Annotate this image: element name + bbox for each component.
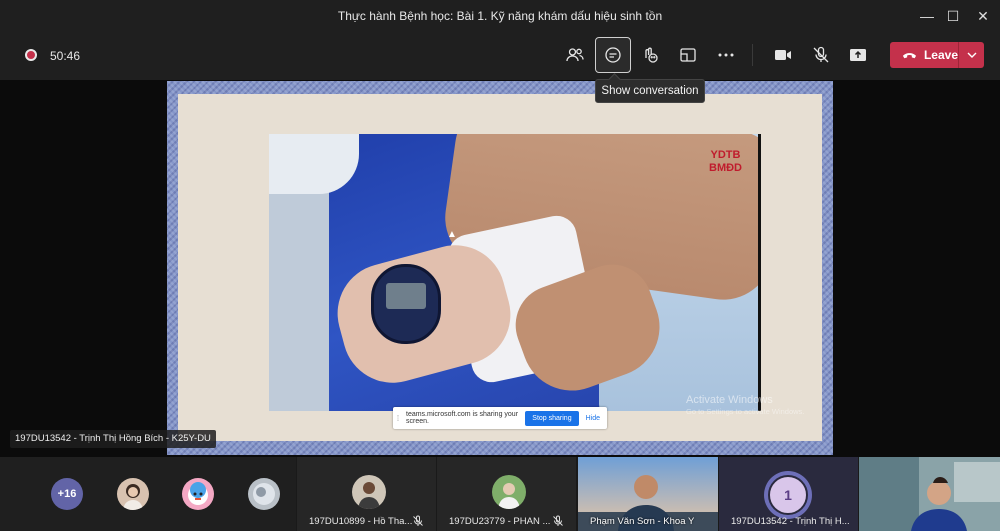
self-video-feed xyxy=(859,457,1000,531)
video-watermark-line1: YDTB xyxy=(710,149,741,161)
embedded-video: YDTB BMĐD xyxy=(269,134,761,411)
avatar-photo-icon xyxy=(117,478,149,510)
meeting-toolbar: 50:46 Leave xyxy=(0,32,1000,80)
avatar-photo-icon xyxy=(352,475,386,509)
share-icon xyxy=(850,49,866,61)
mic-off-icon xyxy=(553,515,563,526)
avatar-photo-icon xyxy=(248,478,280,510)
participant-tile[interactable]: 197DU10899 - Hồ Tha... xyxy=(297,457,436,531)
activate-windows-watermark: Activate Windows Go to Settings to activ… xyxy=(686,394,804,418)
shared-content-stage: YDTB BMĐD ▲ xyxy=(0,80,1000,455)
leave-label: Leave xyxy=(923,48,958,62)
camera-button[interactable] xyxy=(765,37,801,73)
activate-windows-title: Activate Windows xyxy=(686,394,773,406)
camera-icon xyxy=(775,50,791,60)
avatar xyxy=(492,475,526,509)
participant-gallery: +16 197DU10899 - Hồ Tha... 197DU23779 - … xyxy=(0,457,1000,531)
breakout-rooms-button[interactable] xyxy=(670,37,706,73)
maximize-button[interactable]: ☐ xyxy=(940,4,966,28)
stopwatch-display xyxy=(386,283,426,309)
participant-tile[interactable]: 197DU23779 - PHAN ... xyxy=(437,457,576,531)
avatar-photo-icon xyxy=(492,475,526,509)
more-participants-button[interactable]: +16 xyxy=(51,478,83,510)
more-actions-button[interactable] xyxy=(708,37,744,73)
leave-options-dropdown[interactable] xyxy=(959,52,984,58)
show-conversation-button[interactable] xyxy=(595,37,631,73)
reactions-icon xyxy=(645,47,658,63)
avatar[interactable] xyxy=(182,478,214,510)
presenter-name-label: 197DU13542 - Trịnh Thị Hồng Bích - K25Y-… xyxy=(10,430,216,448)
phone-hangup-icon xyxy=(902,53,917,59)
participants-icon xyxy=(566,48,584,62)
chat-icon xyxy=(605,47,621,63)
slide-canvas: YDTB BMĐD xyxy=(178,94,822,441)
speaking-ring: 1 xyxy=(764,471,812,519)
drag-handle-icon[interactable]: ⁞ xyxy=(393,414,403,423)
leave-button[interactable]: Leave xyxy=(890,42,984,68)
more-icon xyxy=(718,53,734,57)
activate-windows-subtitle: Go to Settings to activate Windows. xyxy=(686,407,805,416)
stopwatch-image xyxy=(371,264,441,344)
participant-video-tile[interactable]: Phạm Văn Sơn - Khoa Y xyxy=(578,457,718,531)
recording-indicator-icon xyxy=(25,49,37,61)
avatar-initial: 1 xyxy=(768,475,808,515)
rooms-icon xyxy=(680,48,696,62)
reactions-button[interactable] xyxy=(632,37,668,73)
leave-main-button[interactable]: Leave xyxy=(890,42,958,68)
video-nurse-gown xyxy=(269,164,329,411)
window-title: Thực hành Bệnh học: Bài 1. Kỹ năng khám … xyxy=(337,9,663,23)
chevron-down-icon xyxy=(967,52,976,58)
avatar-cartoon-icon xyxy=(182,478,214,510)
hide-sharing-bar-button[interactable]: Hide xyxy=(579,415,607,422)
participants-button[interactable] xyxy=(557,37,593,73)
screen-sharing-bar: ⁞ teams.microsoft.com is sharing your sc… xyxy=(393,407,607,429)
participant-name: 197DU10899 - Hồ Tha... xyxy=(309,516,413,527)
participant-avatar-strip: +16 xyxy=(0,457,296,531)
stop-sharing-button[interactable]: Stop sharing xyxy=(525,410,579,426)
title-bar: Thực hành Bệnh học: Bài 1. Kỹ năng khám … xyxy=(0,0,1000,32)
mic-off-icon xyxy=(413,515,423,526)
video-watermark-line2: BMĐD xyxy=(709,162,742,174)
video-watermark: YDTB BMĐD xyxy=(709,149,742,175)
video-edge xyxy=(758,134,761,411)
toolbar-divider xyxy=(752,44,753,66)
avatar[interactable] xyxy=(248,478,280,510)
participant-tile-active-speaker[interactable]: 1 197DU13542 - Trịnh Thị H... xyxy=(719,457,858,531)
mic-off-icon xyxy=(813,46,829,63)
self-video-tile[interactable] xyxy=(859,457,1000,531)
mute-button[interactable] xyxy=(803,37,839,73)
share-content-button[interactable] xyxy=(840,37,876,73)
participant-name: 197DU23779 - PHAN ... xyxy=(449,516,551,527)
close-window-button[interactable]: ✕ xyxy=(970,4,996,28)
minimize-button[interactable]: — xyxy=(914,4,940,28)
avatar xyxy=(352,475,386,509)
show-conversation-tooltip: Show conversation xyxy=(595,79,705,103)
avatar[interactable] xyxy=(117,478,149,510)
participant-name: 197DU13542 - Trịnh Thị H... xyxy=(731,516,850,527)
sharing-message: teams.microsoft.com is sharing your scre… xyxy=(406,411,519,425)
meeting-timer: 50:46 xyxy=(50,49,81,63)
mouse-cursor-icon: ▲ xyxy=(447,229,457,240)
participant-name: Phạm Văn Sơn - Khoa Y xyxy=(590,516,695,527)
